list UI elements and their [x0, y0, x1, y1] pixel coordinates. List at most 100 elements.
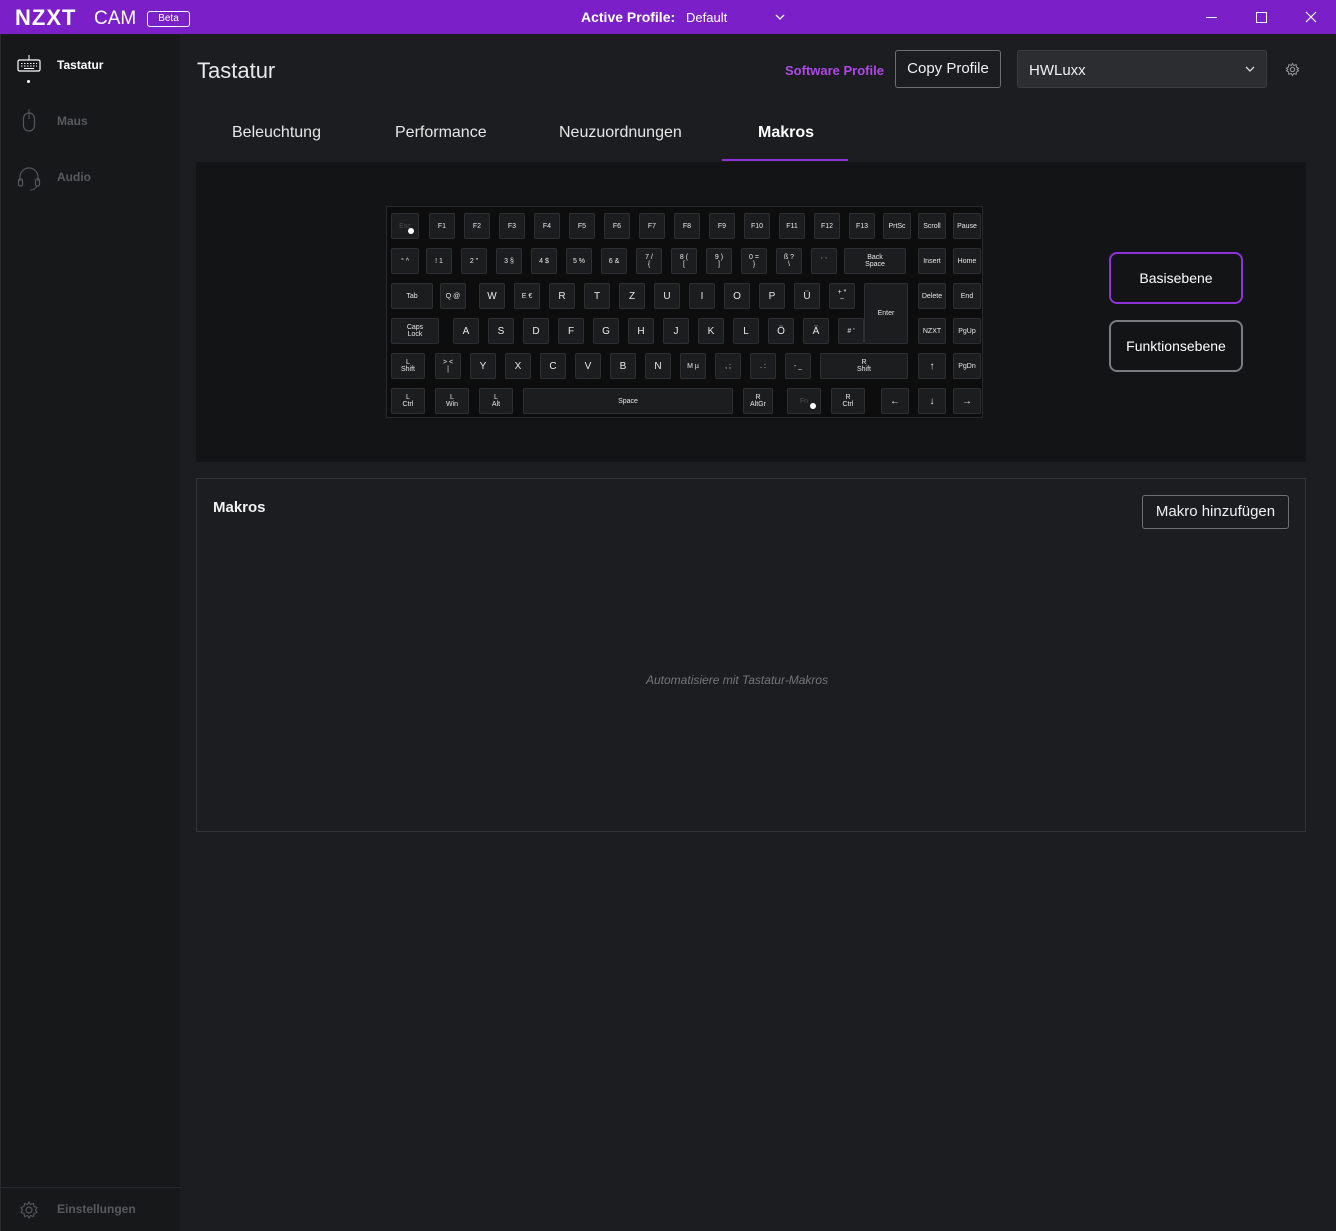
keyboard-key[interactable]: 7 / {: [636, 248, 662, 274]
keyboard-key[interactable]: F13: [849, 213, 875, 239]
keyboard-key[interactable]: Caps Lock: [391, 318, 439, 344]
keyboard-key[interactable]: PrtSc: [883, 213, 911, 239]
keyboard-key[interactable]: 3 §: [496, 248, 522, 274]
keyboard-key[interactable]: →: [953, 388, 981, 414]
tab-beleuchtung[interactable]: Beleuchtung: [232, 124, 321, 142]
keyboard-key[interactable]: F3: [499, 213, 525, 239]
keyboard-key[interactable]: D: [523, 318, 549, 344]
keyboard-key[interactable]: Ü: [794, 283, 820, 309]
sidebar-item-audio[interactable]: Audio: [15, 164, 175, 192]
gear-icon[interactable]: [1284, 61, 1301, 78]
keyboard-key[interactable]: - _: [785, 353, 811, 379]
keyboard-key[interactable]: 0 = }: [741, 248, 767, 274]
keyboard-key[interactable]: + * ~: [829, 283, 855, 309]
close-button[interactable]: [1286, 0, 1336, 34]
keyboard-key[interactable]: S: [488, 318, 514, 344]
keyboard-key[interactable]: F10: [744, 213, 770, 239]
keyboard-key[interactable]: F9: [709, 213, 735, 239]
keyboard-key[interactable]: H: [628, 318, 654, 344]
sidebar-item-tastatur[interactable]: Tastatur: [15, 52, 175, 83]
keyboard-key[interactable]: Z: [619, 283, 645, 309]
keyboard-key[interactable]: N: [645, 353, 671, 379]
keyboard-key[interactable]: F5: [569, 213, 595, 239]
keyboard-key[interactable]: U: [654, 283, 680, 309]
keyboard-key[interactable]: PgUp: [953, 318, 981, 344]
keyboard-key[interactable]: F7: [639, 213, 665, 239]
keyboard-key[interactable]: Tab: [391, 283, 433, 309]
keyboard-key[interactable]: Scroll: [918, 213, 946, 239]
keyboard-key[interactable]: ↑: [918, 353, 946, 379]
tab-performance[interactable]: Performance: [395, 124, 487, 142]
keyboard-key[interactable]: # ': [838, 318, 864, 344]
keyboard-key[interactable]: L Win: [435, 388, 469, 414]
keyboard-key[interactable]: L Alt: [479, 388, 513, 414]
keyboard-key[interactable]: C: [540, 353, 566, 379]
keyboard-key[interactable]: M µ: [680, 353, 706, 379]
keyboard-key[interactable]: 2 ": [461, 248, 487, 274]
keyboard-key[interactable]: R: [549, 283, 575, 309]
keyboard-key[interactable]: F1: [429, 213, 455, 239]
keyboard-key[interactable]: ! 1: [426, 248, 452, 274]
keyboard-key[interactable]: X: [505, 353, 531, 379]
keyboard-key[interactable]: L Shift: [391, 353, 425, 379]
keyboard-key[interactable]: 4 $: [531, 248, 557, 274]
keyboard-key[interactable]: R Ctrl: [831, 388, 865, 414]
keyboard-key[interactable]: E €: [514, 283, 540, 309]
chevron-down-icon[interactable]: [775, 12, 785, 22]
keyboard-key[interactable]: 6 &: [601, 248, 627, 274]
keyboard-key[interactable]: F11: [779, 213, 805, 239]
keyboard-key[interactable]: . :: [750, 353, 776, 379]
keyboard-key[interactable]: ß ? \: [776, 248, 802, 274]
keyboard-key[interactable]: R Shift: [820, 353, 908, 379]
keyboard-key[interactable]: Esc: [391, 213, 419, 239]
keyboard-key[interactable]: 5 %: [566, 248, 592, 274]
keyboard-key[interactable]: L: [733, 318, 759, 344]
keyboard-key[interactable]: 8 ( [: [671, 248, 697, 274]
keyboard-key[interactable]: I: [689, 283, 715, 309]
tab-makros[interactable]: Makros: [758, 124, 814, 142]
keyboard-key[interactable]: Enter: [864, 283, 908, 344]
keyboard-key[interactable]: Pause: [953, 213, 981, 239]
keyboard-key[interactable]: K: [698, 318, 724, 344]
active-profile-value[interactable]: Default: [686, 10, 727, 25]
keyboard-key[interactable]: ←: [881, 388, 909, 414]
keyboard-key[interactable]: G: [593, 318, 619, 344]
keyboard-key[interactable]: 9 ) ]: [706, 248, 732, 274]
minimize-button[interactable]: [1186, 0, 1236, 34]
keyboard-key[interactable]: Delete: [918, 283, 946, 309]
keyboard-key[interactable]: , ;: [715, 353, 741, 379]
keyboard-key[interactable]: B: [610, 353, 636, 379]
keyboard-key[interactable]: Insert: [918, 248, 946, 274]
keyboard-key[interactable]: Fn: [787, 388, 821, 414]
keyboard-key[interactable]: J: [663, 318, 689, 344]
function-layer-button[interactable]: Funktionsebene: [1109, 320, 1243, 372]
sidebar-item-einstellungen[interactable]: Einstellungen: [15, 1196, 175, 1224]
keyboard-key[interactable]: End: [953, 283, 981, 309]
keyboard-key[interactable]: P: [759, 283, 785, 309]
copy-profile-button[interactable]: Copy Profile: [895, 50, 1001, 88]
maximize-button[interactable]: [1236, 0, 1286, 34]
keyboard-key[interactable]: > < |: [435, 353, 461, 379]
add-macro-button[interactable]: Makro hinzufügen: [1142, 495, 1289, 529]
keyboard-key[interactable]: NZXT: [918, 318, 946, 344]
keyboard-key[interactable]: Space: [523, 388, 733, 414]
keyboard-key[interactable]: V: [575, 353, 601, 379]
keyboard-key[interactable]: Ä: [803, 318, 829, 344]
keyboard-key[interactable]: R AltGr: [743, 388, 773, 414]
keyboard-key[interactable]: L Ctrl: [391, 388, 425, 414]
keyboard-key[interactable]: Home: [953, 248, 981, 274]
keyboard-key[interactable]: Back Space: [844, 248, 906, 274]
keyboard-key[interactable]: PgDn: [953, 353, 981, 379]
keyboard-key[interactable]: T: [584, 283, 610, 309]
keyboard-key[interactable]: ° ^: [391, 248, 419, 274]
keyboard-key[interactable]: F12: [814, 213, 840, 239]
keyboard-key[interactable]: A: [453, 318, 479, 344]
keyboard-key[interactable]: O: [724, 283, 750, 309]
keyboard-key[interactable]: F4: [534, 213, 560, 239]
keyboard-key[interactable]: W: [479, 283, 505, 309]
sidebar-item-maus[interactable]: Maus: [15, 108, 175, 136]
keyboard-key[interactable]: F8: [674, 213, 700, 239]
keyboard-key[interactable]: F2: [464, 213, 490, 239]
tab-neuzuordnungen[interactable]: Neuzuordnungen: [559, 124, 682, 142]
software-profile-link[interactable]: Software Profile: [785, 63, 884, 78]
